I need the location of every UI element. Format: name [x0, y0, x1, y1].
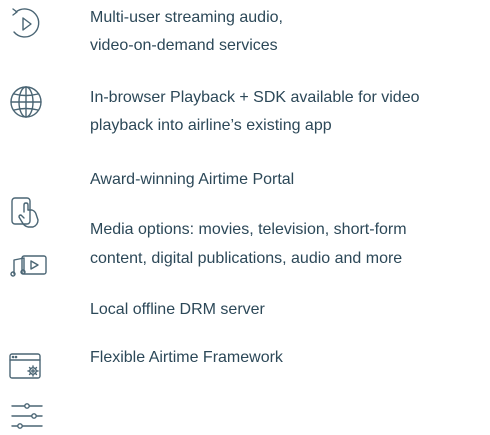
feature-portal: Award-winning Airtime Portal: [90, 171, 295, 188]
globe-icon: [8, 84, 44, 120]
feature-streaming-line1: Multi-user streaming audio,: [90, 9, 283, 26]
feature-media-line2: content, digital publications, audio and…: [90, 250, 403, 267]
feature-playback-line1: In-browser Playback + SDK available for …: [90, 89, 420, 106]
feature-playback-line2: playback into airline’s existing app: [90, 117, 332, 134]
play-cycle-icon: [8, 6, 44, 42]
feature-streaming-line2: video-on-demand services: [90, 37, 278, 54]
browser-settings-icon: [8, 352, 44, 382]
sliders-icon: [10, 402, 44, 432]
feature-media-line1: Media options: movies, television, short…: [90, 221, 407, 238]
feature-drm: Local offline DRM server: [90, 301, 265, 318]
music-video-icon: [10, 250, 50, 280]
feature-framework: Flexible Airtime Framework: [90, 349, 283, 366]
tablet-touch-icon: [10, 196, 44, 230]
